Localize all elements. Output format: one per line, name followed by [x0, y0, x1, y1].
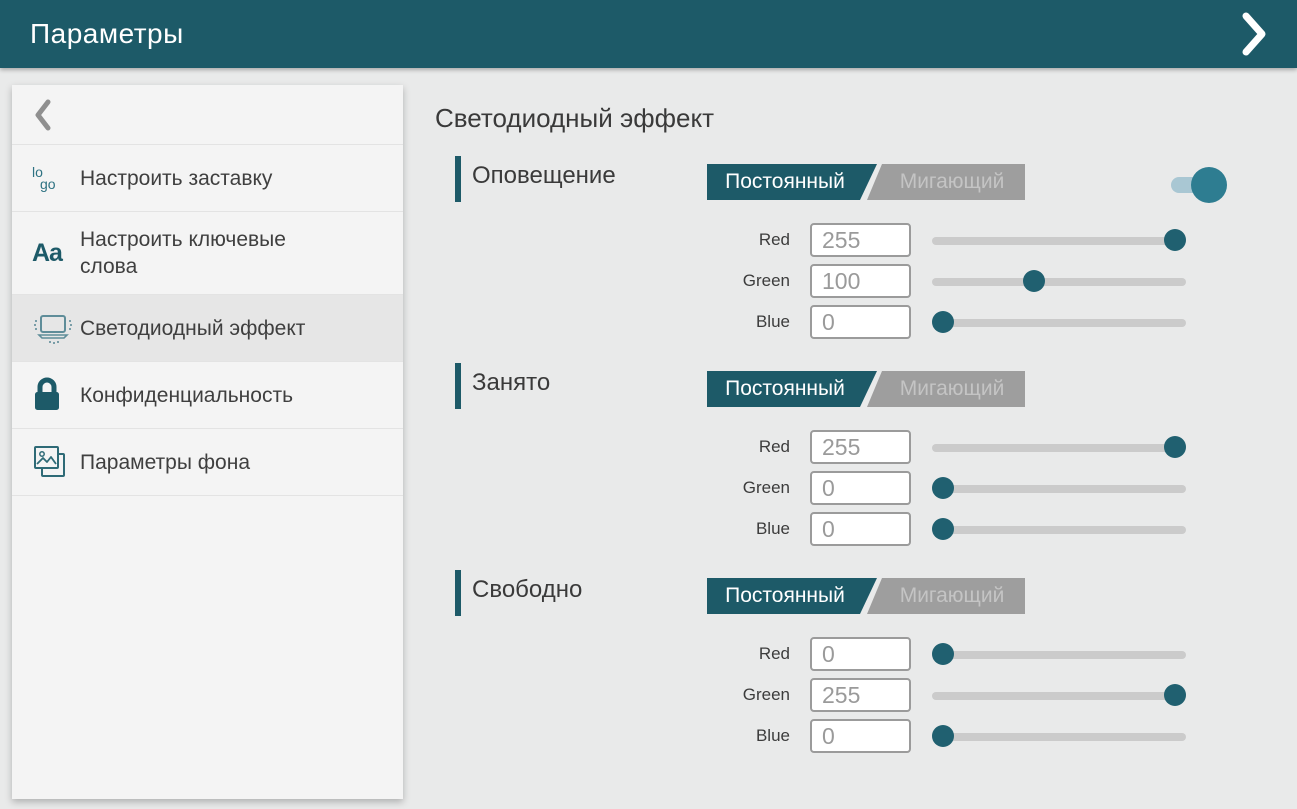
- mode-option-constant[interactable]: Постоянный: [707, 164, 877, 200]
- slider-track: [932, 485, 1186, 493]
- sidebar-item-keywords[interactable]: Aa Настроить ключевые слова: [12, 212, 403, 295]
- logo-icon: logo: [32, 166, 80, 190]
- sidebar-item-screensaver[interactable]: logo Настроить заставку: [12, 145, 403, 212]
- section-label: Занято: [472, 369, 550, 397]
- page-title: Параметры: [30, 18, 184, 50]
- mode-option-constant[interactable]: Постоянный: [707, 371, 877, 407]
- blue-value-input[interactable]: [810, 305, 911, 339]
- red-label: Red: [455, 437, 790, 457]
- slider-track: [932, 692, 1186, 700]
- red-row: Red: [455, 430, 1186, 464]
- red-slider[interactable]: [932, 229, 1186, 251]
- sidebar-item-label: Настроить заставку: [80, 165, 272, 192]
- main-title: Светодиодный эффект: [435, 103, 1297, 134]
- notification-toggle[interactable]: [1171, 167, 1227, 203]
- blue-row: Blue: [455, 305, 1186, 339]
- mode-segmented-control: Постоянный Мигающий: [707, 371, 1025, 407]
- green-slider-thumb[interactable]: [1023, 270, 1045, 292]
- green-value-input[interactable]: [810, 471, 911, 505]
- slider-track: [932, 651, 1186, 659]
- section-busy: Занято Постоянный Мигающий Red Green: [455, 363, 1186, 546]
- sidebar-item-background[interactable]: Параметры фона: [12, 429, 403, 496]
- red-label: Red: [455, 230, 790, 250]
- sidebar-back-button[interactable]: [12, 85, 403, 145]
- green-slider[interactable]: [932, 270, 1186, 292]
- slider-track: [932, 526, 1186, 534]
- lock-icon: [32, 377, 80, 413]
- green-row: Green: [455, 678, 1186, 712]
- blue-row: Blue: [455, 719, 1186, 753]
- red-slider-thumb[interactable]: [1164, 229, 1186, 251]
- red-row: Red: [455, 223, 1186, 257]
- blue-label: Blue: [455, 726, 790, 746]
- green-slider-thumb[interactable]: [1164, 684, 1186, 706]
- sidebar-item-label: Параметры фона: [80, 449, 250, 476]
- background-image-icon: [32, 444, 80, 480]
- green-label: Green: [455, 478, 790, 498]
- mode-option-blinking[interactable]: Мигающий: [867, 371, 1025, 407]
- content-area: logo Настроить заставку Aa Настроить клю…: [0, 68, 1297, 809]
- sidebar-item-label: Настроить ключевые слова: [80, 226, 342, 280]
- slider-track: [932, 237, 1186, 245]
- mode-option-blinking[interactable]: Мигающий: [867, 578, 1025, 614]
- red-slider[interactable]: [932, 436, 1186, 458]
- blue-slider-thumb[interactable]: [932, 311, 954, 333]
- slider-track: [932, 319, 1186, 327]
- green-value-input[interactable]: [810, 264, 911, 298]
- blue-slider-thumb[interactable]: [932, 518, 954, 540]
- red-row: Red: [455, 637, 1186, 671]
- toggle-knob: [1191, 167, 1227, 203]
- blue-slider-thumb[interactable]: [932, 725, 954, 747]
- red-value-input[interactable]: [810, 637, 911, 671]
- green-row: Green: [455, 471, 1186, 505]
- blue-slider[interactable]: [932, 311, 1186, 333]
- sidebar-item-label: Светодиодный эффект: [80, 315, 305, 342]
- green-label: Green: [455, 685, 790, 705]
- section-notification: Оповещение Постоянный Мигающий Red: [455, 156, 1186, 339]
- main-panel: Светодиодный эффект Оповещение Постоянны…: [403, 68, 1297, 809]
- forward-chevron-button[interactable]: [1237, 12, 1271, 56]
- blue-label: Blue: [455, 312, 790, 332]
- blue-value-input[interactable]: [810, 512, 911, 546]
- mode-segmented-control: Постоянный Мигающий: [707, 164, 1025, 200]
- green-value-input[interactable]: [810, 678, 911, 712]
- sidebar-item-label: Конфиденциальность: [80, 382, 293, 409]
- green-slider[interactable]: [932, 684, 1186, 706]
- mode-segmented-control: Постоянный Мигающий: [707, 578, 1025, 614]
- keywords-icon: Aa: [32, 239, 80, 268]
- green-row: Green: [455, 264, 1186, 298]
- section-accent-bar: [455, 570, 461, 616]
- section-label: Оповещение: [472, 162, 616, 190]
- chevron-left-icon: [34, 99, 52, 131]
- app-header: Параметры: [0, 0, 1297, 68]
- red-slider[interactable]: [932, 643, 1186, 665]
- sidebar-item-led-effect[interactable]: Светодиодный эффект: [12, 295, 403, 362]
- green-label: Green: [455, 271, 790, 291]
- chevron-right-icon: [1241, 12, 1267, 56]
- slider-track: [932, 733, 1186, 741]
- section-free: Свободно Постоянный Мигающий Red Green: [455, 570, 1186, 753]
- blue-slider[interactable]: [932, 725, 1186, 747]
- red-value-input[interactable]: [810, 430, 911, 464]
- red-slider-thumb[interactable]: [932, 643, 954, 665]
- blue-slider[interactable]: [932, 518, 1186, 540]
- slider-track: [932, 278, 1186, 286]
- led-display-icon: [32, 311, 80, 345]
- blue-value-input[interactable]: [810, 719, 911, 753]
- green-slider-thumb[interactable]: [932, 477, 954, 499]
- mode-option-constant[interactable]: Постоянный: [707, 578, 877, 614]
- section-accent-bar: [455, 363, 461, 409]
- slider-track: [932, 444, 1186, 452]
- green-slider[interactable]: [932, 477, 1186, 499]
- sidebar-item-privacy[interactable]: Конфиденциальность: [12, 362, 403, 429]
- blue-label: Blue: [455, 519, 790, 539]
- section-label: Свободно: [472, 576, 582, 604]
- sidebar: logo Настроить заставку Aa Настроить клю…: [12, 85, 403, 799]
- blue-row: Blue: [455, 512, 1186, 546]
- mode-option-blinking[interactable]: Мигающий: [867, 164, 1025, 200]
- red-label: Red: [455, 644, 790, 664]
- red-slider-thumb[interactable]: [1164, 436, 1186, 458]
- red-value-input[interactable]: [810, 223, 911, 257]
- section-accent-bar: [455, 156, 461, 202]
